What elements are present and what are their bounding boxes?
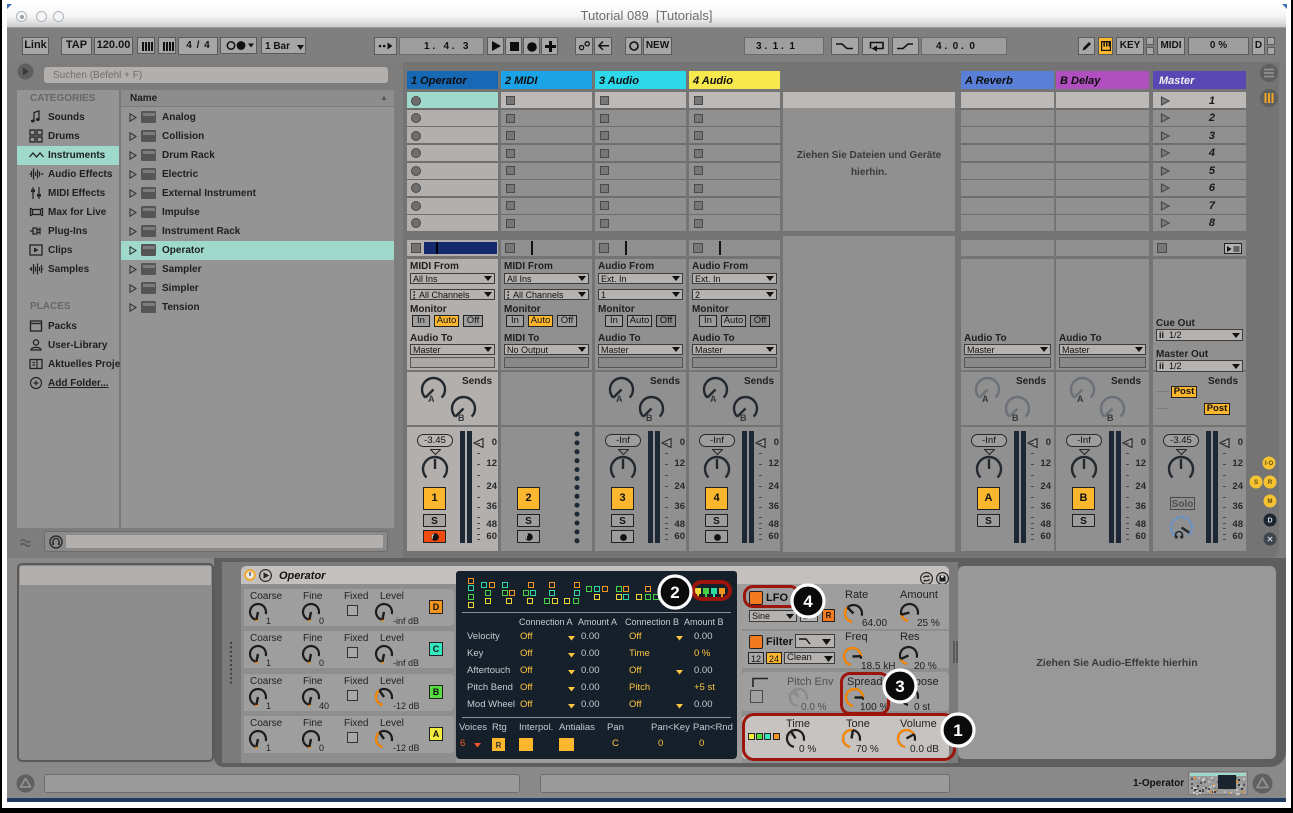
svg-text:3: 3 (895, 677, 904, 696)
svg-text:S: S (1254, 480, 1258, 486)
svg-text:D: D (1267, 518, 1272, 525)
svg-text:1: 1 (953, 721, 962, 740)
svg-text:4: 4 (803, 592, 813, 611)
svg-text:R: R (1267, 480, 1272, 486)
svg-text:2: 2 (670, 583, 679, 602)
svg-text:M: M (1267, 499, 1272, 505)
svg-text:✕: ✕ (1266, 535, 1273, 544)
svg-text:I·O: I·O (1265, 461, 1274, 467)
